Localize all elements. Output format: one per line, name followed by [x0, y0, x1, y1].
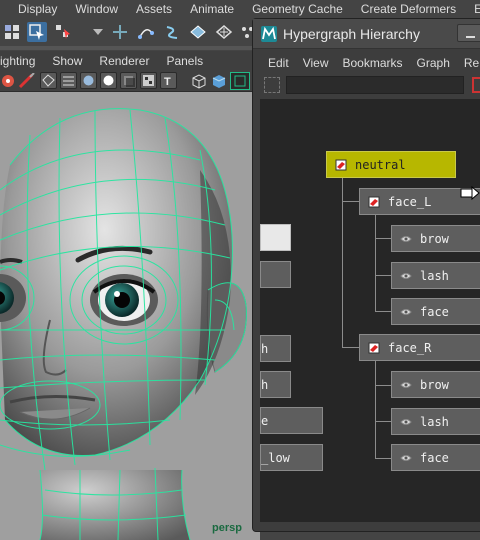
text-tool-icon[interactable]: T [160, 72, 177, 89]
node-clipped-4[interactable]: h [260, 371, 291, 398]
hg-menu-graph[interactable]: Graph [407, 56, 454, 70]
node-clipped-1[interactable] [260, 224, 291, 251]
move-tool-icon[interactable] [110, 22, 130, 42]
edge-neutral-facer-h [342, 347, 359, 348]
maya-logo-icon [261, 26, 277, 42]
node-face-r-face[interactable]: face [391, 444, 480, 471]
node-neutral[interactable]: neutral [326, 151, 456, 178]
edge-neutral-facel [342, 178, 343, 348]
menu-assets[interactable]: Assets [127, 2, 181, 16]
shelf-down-arrow-icon[interactable] [88, 22, 108, 42]
minimize-button[interactable] [457, 24, 480, 42]
menu-geometry-cache[interactable]: Geometry Cache [243, 2, 352, 16]
select-by-component-icon[interactable] [27, 22, 47, 42]
transform-node-icon [368, 196, 380, 207]
hg-menu-bookmarks[interactable]: Bookmarks [332, 56, 406, 70]
mesh-node-icon [400, 308, 412, 315]
hypergraph-title: Hypergraph Hierarchy [283, 26, 420, 42]
main-menu-bar: Display Window Assets Animate Geometry C… [0, 0, 480, 17]
hypergraph-menu-bar: Edit View Bookmarks Graph Rende [258, 53, 480, 72]
record-icon[interactable] [472, 77, 480, 93]
panel-menu-panels[interactable]: Panels [166, 54, 220, 68]
edge-facel-lash [375, 275, 391, 276]
lighting-icon[interactable] [100, 72, 117, 89]
soft-mod-icon[interactable] [214, 22, 234, 42]
viewport-panel-toolbar: T [0, 70, 260, 92]
menu-display[interactable]: Display [0, 2, 66, 16]
select-hierarchy-icon[interactable] [53, 22, 73, 42]
hypergraph-search-field[interactable] [286, 76, 464, 94]
transform-node-icon [335, 159, 347, 170]
node-clipped-6[interactable]: _low [260, 444, 323, 471]
isolate-select-icon[interactable] [230, 72, 250, 90]
mesh-node-icon [400, 235, 412, 242]
character-head-model[interactable] [0, 92, 260, 540]
node-face-l-face[interactable]: face [391, 298, 480, 325]
edge-facer-children [375, 361, 376, 458]
mesh-node-icon [400, 418, 412, 425]
shelf-tab-strip [0, 46, 260, 50]
node-face-l-brow[interactable]: brow [391, 225, 480, 252]
edge-facer-face [375, 458, 391, 459]
node-face-r-brow[interactable]: brow [391, 371, 480, 398]
transform-node-icon [368, 342, 380, 353]
curve-tool-icon[interactable] [136, 22, 156, 42]
hg-menu-rendering[interactable]: Rende [454, 56, 480, 70]
node-clipped-3[interactable]: h [260, 335, 291, 362]
hypergraph-toolbar [258, 74, 480, 96]
node-face-l-lash[interactable]: lash [391, 262, 480, 289]
viewport-panel-menu: ighting Show Renderer Panels [0, 51, 260, 70]
edge-neutral-facel-h [342, 201, 359, 202]
node-clipped-5[interactable]: e [260, 407, 323, 434]
menu-create-deformers[interactable]: Create Deformers [352, 2, 465, 16]
node-clipped-2[interactable] [260, 261, 291, 288]
joint-xray-icon[interactable] [0, 73, 16, 89]
paint-brush-icon[interactable] [18, 72, 36, 89]
panel-menu-show[interactable]: Show [52, 54, 99, 68]
panel-menu-renderer[interactable]: Renderer [99, 54, 166, 68]
shaded-cube-icon[interactable] [210, 73, 228, 89]
wire-cube-icon[interactable] [190, 73, 208, 89]
shadows-icon[interactable] [120, 72, 137, 89]
svg-text:T: T [164, 76, 171, 88]
sculpt-tool-icon[interactable] [162, 22, 182, 42]
drag-cursor-icon [460, 185, 480, 201]
frame-selection-icon[interactable] [264, 77, 280, 93]
menu-animate[interactable]: Animate [181, 2, 243, 16]
panel-menu-lighting[interactable]: ighting [0, 54, 52, 68]
wireframe-shade-icon[interactable] [40, 72, 57, 89]
node-face-r-lash[interactable]: lash [391, 408, 480, 435]
menu-edit-deformers[interactable]: Edit Deformers [465, 2, 480, 16]
grid-toggle-icon[interactable] [60, 72, 77, 89]
lattice-tool-icon[interactable] [188, 22, 208, 42]
hypergraph-title-bar[interactable]: Hypergraph Hierarchy [253, 19, 480, 49]
edge-facel-brow [375, 238, 391, 239]
edge-facer-brow [375, 385, 391, 386]
select-tool-icon[interactable] [2, 22, 22, 42]
node-face-r[interactable]: face_R [359, 334, 480, 361]
edge-facer-lash [375, 421, 391, 422]
edge-facel-face [375, 311, 391, 312]
edge-facel-children [375, 214, 376, 312]
textured-icon[interactable] [140, 72, 157, 89]
menu-window[interactable]: Window [66, 2, 127, 16]
camera-label: persp [212, 522, 242, 534]
mesh-node-icon [400, 454, 412, 461]
mesh-node-icon [400, 381, 412, 388]
smooth-shade-icon[interactable] [80, 72, 97, 89]
perspective-viewport[interactable] [0, 92, 260, 540]
hg-menu-edit[interactable]: Edit [258, 56, 293, 70]
mesh-node-icon [400, 272, 412, 279]
hg-menu-view[interactable]: View [293, 56, 333, 70]
